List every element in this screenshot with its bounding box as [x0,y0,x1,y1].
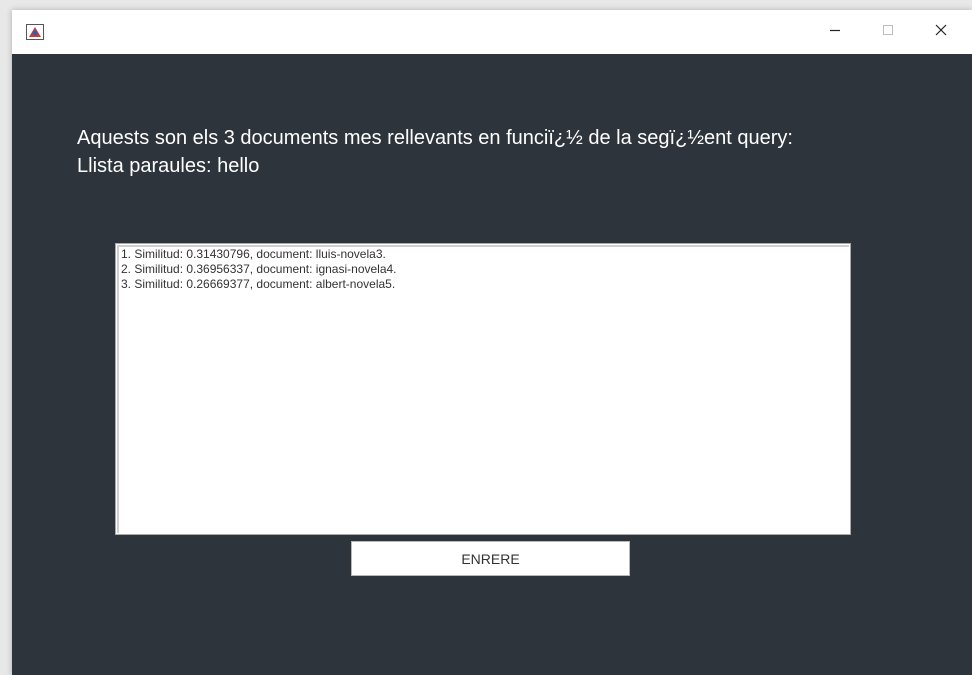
results-text-area[interactable]: 1. Similitud: 0.31430796, document: llui… [115,243,851,535]
minimize-button[interactable] [812,10,858,54]
heading-line-2: Llista paraules: hello [77,155,260,177]
maximize-button[interactable] [865,10,911,54]
back-button[interactable]: ENRERE [351,541,630,576]
minimize-icon [829,23,841,41]
main-panel: Aquests son els 3 documents mes rellevan… [12,54,972,675]
result-line-2: 2. Similitud: 0.36956337, document: igna… [121,262,397,276]
close-icon [935,23,947,41]
app-window: Aquests son els 3 documents mes rellevan… [12,10,972,675]
java-app-icon [26,24,44,40]
result-line-1: 1. Similitud: 0.31430796, document: llui… [121,247,386,261]
heading-line-1: Aquests son els 3 documents mes rellevan… [77,127,793,149]
result-line-3: 3. Similitud: 0.26669377, document: albe… [121,277,396,291]
title-bar[interactable] [12,10,972,54]
heading: Aquests son els 3 documents mes rellevan… [77,124,793,180]
close-button[interactable] [918,10,964,54]
maximize-icon [882,23,894,41]
